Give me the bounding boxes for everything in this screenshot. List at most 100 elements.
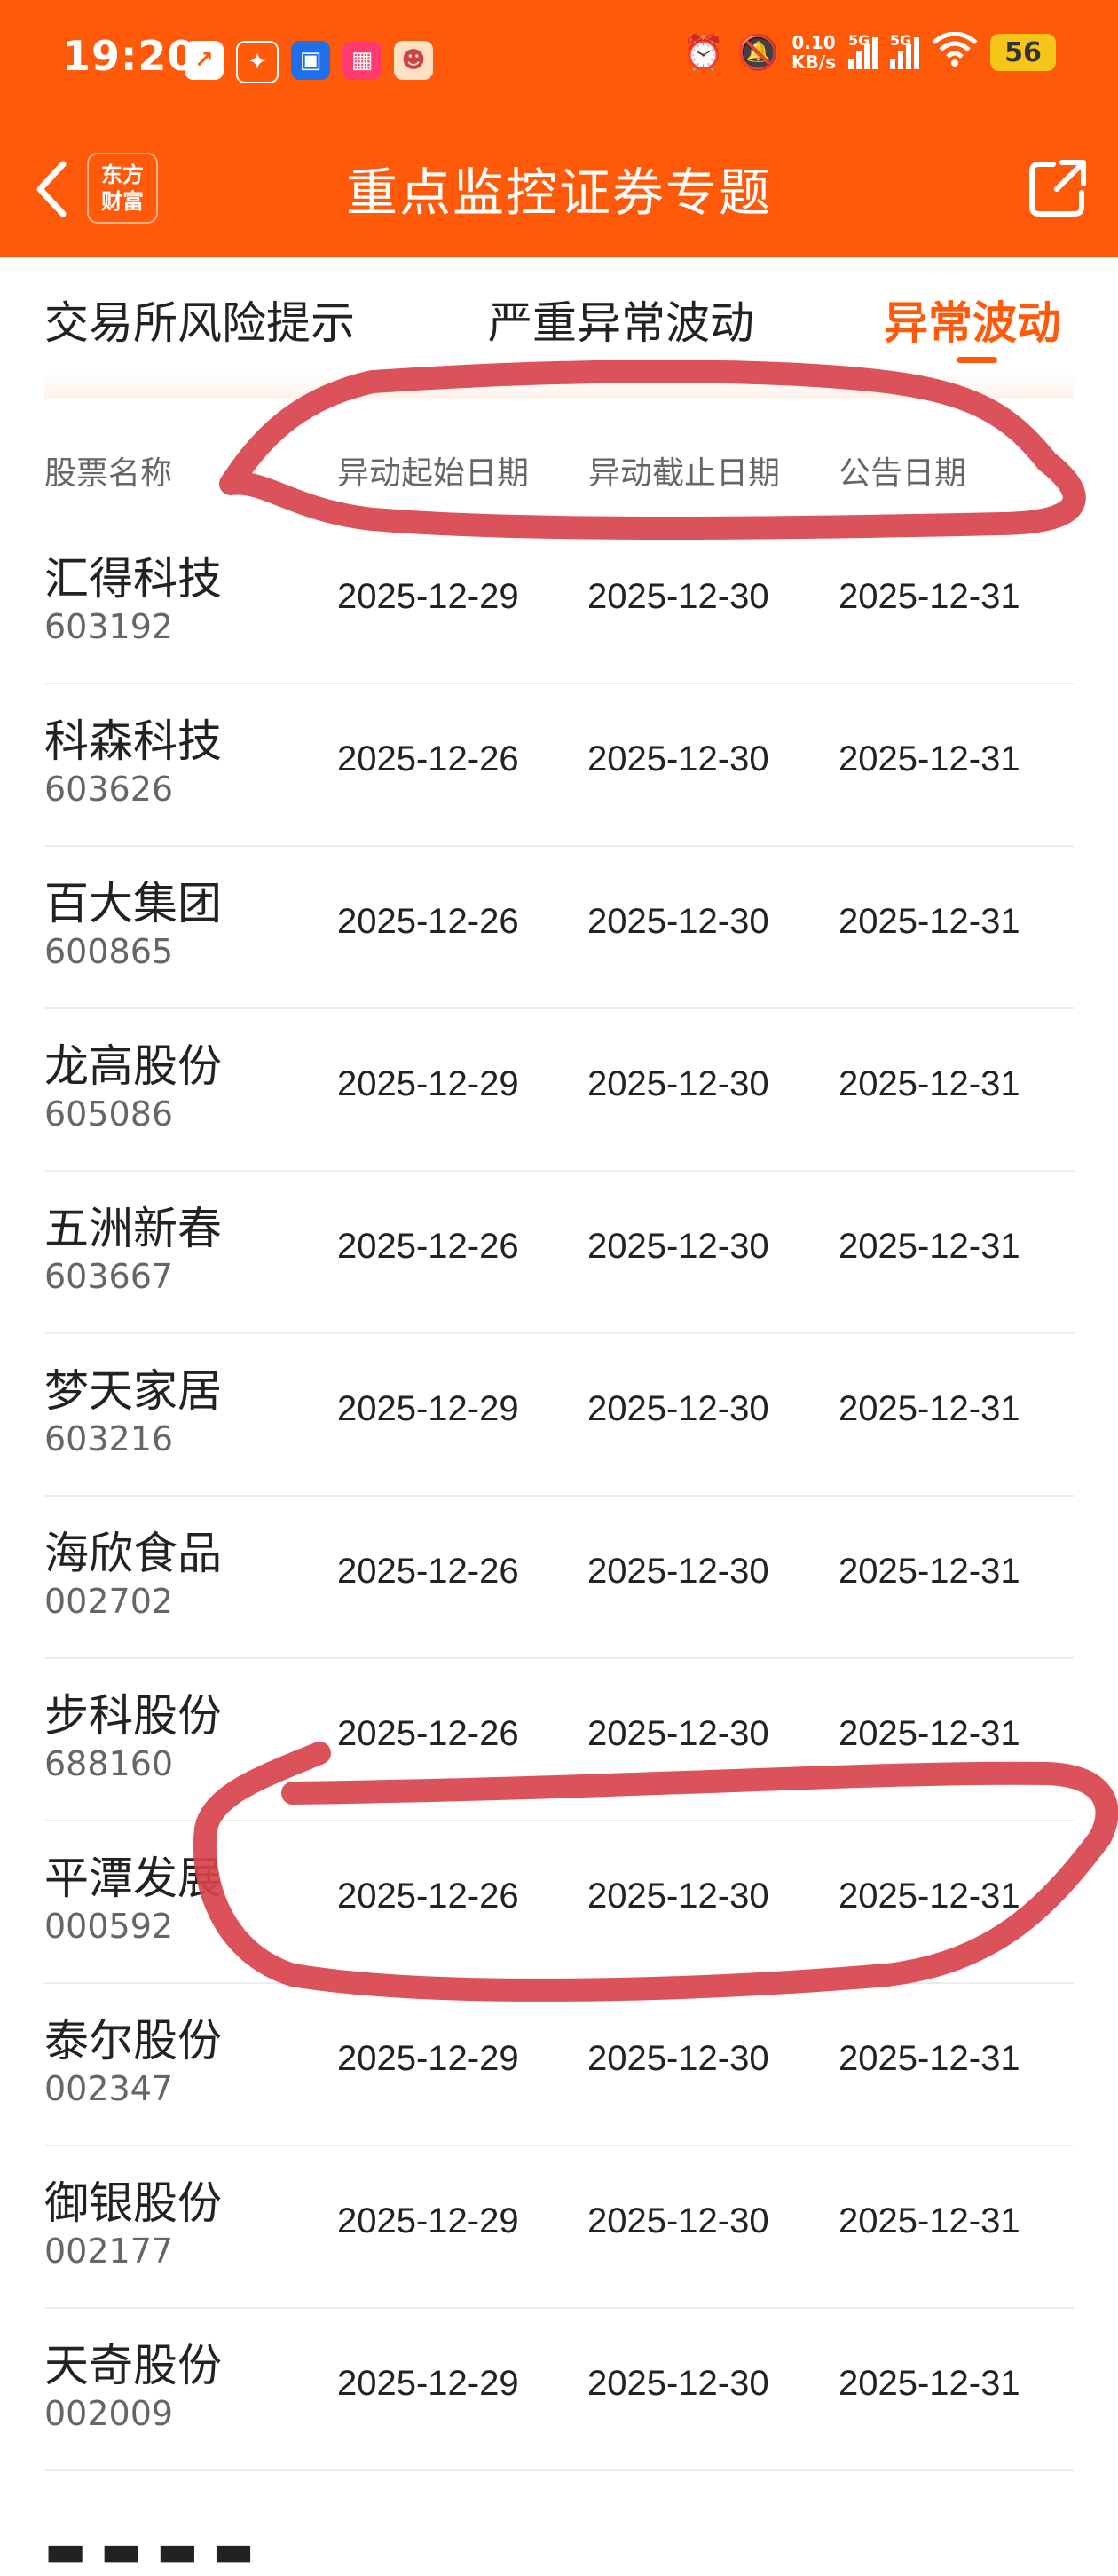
stock-app-icon: ↗ [185, 41, 224, 80]
gift-app-icon: ✦ [236, 41, 279, 83]
tab-severe-abnormal[interactable]: 严重异常波动 [488, 288, 754, 352]
stock-name: 龙高股份 [44, 1040, 222, 1092]
stock-name: 科森科技 [44, 715, 222, 767]
stock-list: 汇得科技 603192 2025-12-29 2025-12-30 2025-1… [0, 522, 1118, 2576]
share-icon [1029, 160, 1086, 217]
tab-abnormal[interactable]: 异常波动 [884, 288, 1061, 352]
mascot-app-icon: ☻ [394, 41, 433, 80]
column-header-name[interactable]: 股票名称 [44, 447, 172, 494]
grid-app-icon: ▦ [342, 41, 382, 80]
signal-strength-icon: 5G [848, 32, 878, 69]
page-title: 重点监控证券专题 [345, 162, 772, 223]
table-row[interactable]: 龙高股份 605086 2025-12-29 2025-12-30 2025-1… [44, 1009, 1074, 1172]
signal-type-label: 5G [890, 32, 912, 49]
stock-code: 688160 [44, 1744, 174, 1783]
stock-code: 600865 [44, 932, 174, 971]
start-date: 2025-12-29 [337, 1064, 519, 1103]
table-row[interactable]: 御银股份 002177 2025-12-29 2025-12-30 2025-1… [44, 2146, 1074, 2309]
end-date: 2025-12-30 [587, 902, 769, 941]
stock-code: 603626 [44, 770, 174, 809]
table-row[interactable]: 梦天家居 603216 2025-12-29 2025-12-30 2025-1… [44, 1334, 1074, 1497]
announce-date: 2025-12-31 [838, 2201, 1020, 2240]
signal-strength-icon: 5G [890, 32, 919, 69]
system-status: ⏰ 🔕 0.10 KB/s 5G 5G 56 [682, 31, 1056, 73]
table-row[interactable]: 平潭发展 000592 2025-12-26 2025-12-30 2025-1… [44, 1821, 1074, 1984]
announce-date: 2025-12-31 [838, 902, 1020, 941]
table-row[interactable]: 步科股份 688160 2025-12-26 2025-12-30 2025-1… [44, 1659, 1074, 1821]
stock-name: 梦天家居 [44, 1365, 222, 1417]
wifi-icon [932, 31, 978, 73]
network-speed-value: 0.10 [791, 32, 836, 53]
tab-divider [44, 373, 1074, 399]
start-date: 2025-12-26 [337, 1877, 519, 1916]
table-row[interactable]: 科森科技 603626 2025-12-26 2025-12-30 2025-1… [44, 684, 1074, 847]
table-header: 股票名称 异动起始日期 异动截止日期 公告日期 [0, 399, 1118, 524]
end-date: 2025-12-30 [587, 1877, 769, 1916]
stock-name: 百大集团 [44, 878, 222, 929]
end-date: 2025-12-30 [587, 2364, 769, 2403]
stock-name: 五洲新春 [44, 1203, 222, 1254]
table-row[interactable]: 海欣食品 002702 2025-12-26 2025-12-30 2025-1… [44, 1497, 1074, 1659]
end-date: 2025-12-30 [587, 2039, 769, 2078]
tab-bar: 交易所风险提示 严重异常波动 异常波动 [0, 257, 1118, 382]
table-row-partial[interactable]: ▬ ▬ ▬ ▬ [44, 2471, 1074, 2576]
tab-exchange-risk[interactable]: 交易所风险提示 [44, 288, 355, 352]
stock-code: 002009 [44, 2394, 174, 2433]
announce-date: 2025-12-31 [838, 1714, 1020, 1753]
signal-type-label: 5G [848, 32, 870, 49]
start-date: 2025-12-26 [337, 1227, 519, 1266]
announce-date: 2025-12-31 [838, 577, 1020, 616]
stock-name: 汇得科技 [44, 553, 222, 604]
stock-name: 御银股份 [44, 2177, 222, 2229]
nav-bar: 东方 财富 重点监控证券专题 [0, 133, 1118, 249]
start-date: 2025-12-29 [337, 2201, 519, 2240]
start-date: 2025-12-29 [337, 2364, 519, 2403]
stock-code: 002702 [44, 1582, 174, 1621]
announce-date: 2025-12-31 [838, 1064, 1020, 1103]
share-button[interactable] [1022, 153, 1093, 224]
stock-name: 平潭发展 [44, 1853, 222, 1904]
network-speed: 0.10 KB/s [791, 33, 836, 72]
table-row[interactable]: 五洲新春 603667 2025-12-26 2025-12-30 2025-1… [44, 1172, 1074, 1334]
announce-date: 2025-12-31 [838, 2039, 1020, 2078]
start-date: 2025-12-29 [337, 1389, 519, 1428]
blue-app-icon: ▣ [291, 41, 330, 80]
start-date: 2025-12-29 [337, 2039, 519, 2078]
table-row[interactable]: 泰尔股份 002347 2025-12-29 2025-12-30 2025-1… [44, 1984, 1074, 2146]
stock-name: 步科股份 [44, 1690, 222, 1742]
end-date: 2025-12-30 [587, 1552, 769, 1591]
end-date: 2025-12-30 [587, 1227, 769, 1266]
stock-code: 002177 [44, 2232, 174, 2271]
start-date: 2025-12-26 [337, 739, 519, 778]
end-date: 2025-12-30 [587, 1389, 769, 1428]
announce-date: 2025-12-31 [838, 1552, 1020, 1591]
end-date: 2025-12-30 [587, 1714, 769, 1753]
alarm-icon: ⏰ [682, 33, 725, 72]
start-date: 2025-12-26 [337, 902, 519, 941]
end-date: 2025-12-30 [587, 577, 769, 616]
stock-code: 603192 [44, 607, 174, 646]
stock-name: 泰尔股份 [44, 2015, 222, 2066]
status-time: 19:20 [62, 32, 197, 80]
announce-date: 2025-12-31 [838, 1227, 1020, 1266]
table-row[interactable]: 百大集团 600865 2025-12-26 2025-12-30 2025-1… [44, 847, 1074, 1009]
start-date: 2025-12-26 [337, 1552, 519, 1591]
stock-name-cut-off: ▬ ▬ ▬ ▬ [44, 2525, 255, 2576]
announce-date: 2025-12-31 [838, 1877, 1020, 1916]
start-date: 2025-12-29 [337, 577, 519, 616]
table-row[interactable]: 汇得科技 603192 2025-12-29 2025-12-30 2025-1… [44, 522, 1074, 684]
stock-code: 603667 [44, 1257, 174, 1296]
stock-name: 海欣食品 [44, 1528, 222, 1579]
announce-date: 2025-12-31 [838, 739, 1020, 778]
table-row[interactable]: 天奇股份 002009 2025-12-29 2025-12-30 2025-1… [44, 2309, 1074, 2471]
mute-icon: 🔕 [736, 33, 780, 72]
announce-date: 2025-12-31 [838, 2364, 1020, 2403]
column-header-start-date[interactable]: 异动起始日期 [337, 447, 529, 494]
stock-code: 002347 [44, 2069, 174, 2108]
column-header-announce-date[interactable]: 公告日期 [838, 447, 966, 494]
notification-icons: ↗ ✦ ▣ ▦ ☻ [185, 41, 433, 83]
stock-code: 000592 [44, 1907, 174, 1946]
column-header-end-date[interactable]: 异动截止日期 [588, 447, 780, 494]
stock-code: 605086 [44, 1094, 174, 1134]
stock-name: 天奇股份 [44, 2340, 222, 2391]
